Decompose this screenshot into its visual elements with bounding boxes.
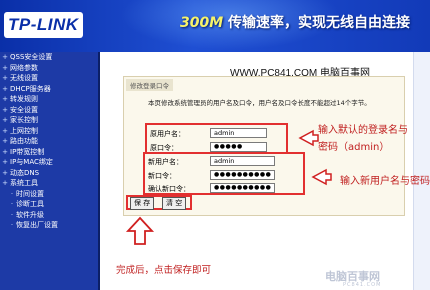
up-arrow-icon: [125, 216, 155, 245]
left-arrow-icon: [311, 168, 332, 186]
new-credentials-hint: 输入新用户名与密码: [340, 176, 430, 187]
watermark-sub: PC841.COM: [343, 282, 382, 288]
watermark: 电脑百事网 PC841.COM: [325, 268, 381, 288]
old-credentials-hint-line2: 密码（admin）: [318, 142, 390, 153]
left-arrow-icon: [298, 129, 319, 147]
old-credentials-hint-line1: 输入默认的登录名与: [318, 125, 408, 136]
save-instruction-note: 完成后，点击保存即可: [116, 265, 212, 276]
